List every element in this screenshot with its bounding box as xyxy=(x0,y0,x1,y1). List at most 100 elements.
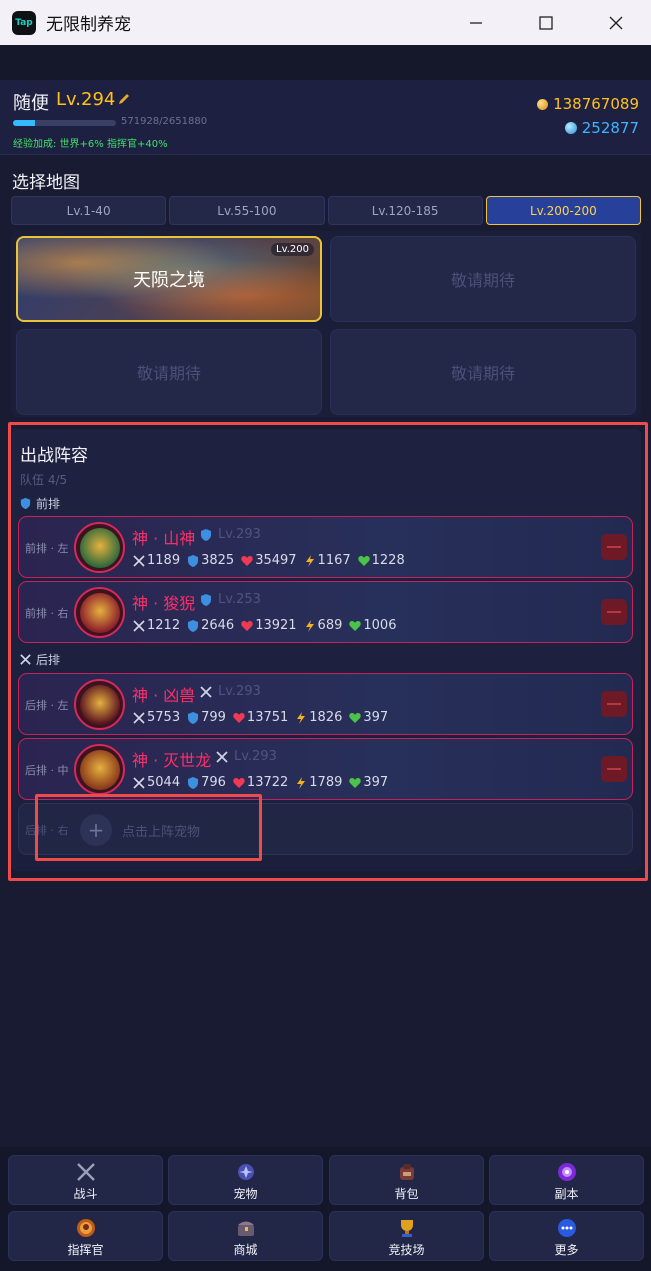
stat-heal-value: 397 xyxy=(363,710,389,725)
tab-lv-200-200[interactable]: Lv.200-200 xyxy=(485,196,641,225)
pet-stats: 5753 799 13751 1826 397 xyxy=(132,710,388,725)
close-button[interactable] xyxy=(581,0,651,45)
nav-button-swords[interactable]: 战斗 xyxy=(8,1155,163,1205)
stat-spd: 1826 xyxy=(294,710,342,725)
nav-button-arena-trophy[interactable]: 竞技场 xyxy=(329,1211,484,1261)
remove-pet-button[interactable] xyxy=(601,599,627,625)
map-level-tabs: Lv.1-40 Lv.55-100 Lv.120-185 Lv.200-200 xyxy=(11,196,641,225)
dungeon-portal-icon xyxy=(556,1161,578,1183)
xp-text: 571928/2651880 xyxy=(121,116,208,127)
player-level: Lv.294 xyxy=(56,89,116,110)
pet-level: Lv.293 xyxy=(218,527,261,542)
add-pet-button[interactable]: + xyxy=(80,814,112,846)
nav-button-pet-orb[interactable]: 宠物 xyxy=(168,1155,323,1205)
remove-pet-button[interactable] xyxy=(601,756,627,782)
pet-level: Lv.253 xyxy=(218,592,261,607)
pet-avatar xyxy=(74,587,125,638)
green-heart-icon xyxy=(349,712,362,723)
nav-label: 更多 xyxy=(554,1243,579,1257)
stat-spd-value: 1789 xyxy=(309,775,343,790)
heart-icon xyxy=(233,777,245,788)
tab-lv-120-185[interactable]: Lv.120-185 xyxy=(327,196,483,225)
pet-orb-icon xyxy=(235,1161,257,1183)
pet-card[interactable]: 后排 · 中 神 · 灭世龙 Lv.293 5044 796 13722 1789 397 xyxy=(18,738,633,800)
slot-label: 前排 · 右 xyxy=(25,607,69,620)
close-icon xyxy=(609,16,623,29)
shield-icon xyxy=(201,529,211,541)
bottom-nav: 战斗 宠物 背包 副本指挥官 商城 竞技场 更多 xyxy=(0,1147,651,1271)
remove-pet-button[interactable] xyxy=(601,691,627,717)
heart-icon xyxy=(241,555,253,566)
stat-hp-value: 13722 xyxy=(246,775,289,790)
swords-icon xyxy=(75,1161,97,1183)
slot-label: 后排 · 中 xyxy=(25,764,69,777)
stat-spd-value: 1167 xyxy=(317,553,351,568)
pet-card[interactable]: 前排 · 左 神 · 山神 Lv.293 1189 3825 35497 1167 1228 xyxy=(18,516,633,578)
stat-def: 2646 xyxy=(186,618,234,633)
gem-amount: 252877 xyxy=(581,119,639,137)
battle-lineup-panel: 出战阵容 队伍 4/5 前排 前排 · 左 神 · 山神 Lv.293 1189 382… xyxy=(11,429,641,871)
tab-lv-55-100[interactable]: Lv.55-100 xyxy=(169,196,325,225)
tab-lv-1-40[interactable]: Lv.1-40 xyxy=(11,196,167,225)
attack-icon xyxy=(133,776,145,789)
plus-icon: + xyxy=(87,818,105,842)
stat-hp: 13751 xyxy=(232,710,288,725)
stat-atk-value: 1212 xyxy=(147,618,181,633)
stat-heal-value: 397 xyxy=(363,775,389,790)
green-heart-icon xyxy=(349,777,362,788)
back-row-text: 后排 xyxy=(36,653,61,667)
defense-icon xyxy=(188,619,199,632)
stat-spd-value: 1826 xyxy=(309,710,343,725)
edit-name-icon[interactable] xyxy=(117,92,131,106)
lightning-icon xyxy=(305,554,314,567)
nav-button-backpack[interactable]: 背包 xyxy=(329,1155,484,1205)
nav-label: 宠物 xyxy=(233,1187,258,1201)
minimize-button[interactable] xyxy=(441,0,511,45)
map-placeholder-text: 敬请期待 xyxy=(136,364,201,383)
player-name: 随便 xyxy=(13,93,49,114)
nav-button-shop-chest[interactable]: 商城 xyxy=(168,1211,323,1261)
stat-atk: 5753 xyxy=(132,710,180,725)
nav-button-dungeon-portal[interactable]: 副本 xyxy=(489,1155,644,1205)
attack-icon xyxy=(133,619,145,632)
maximize-icon xyxy=(539,15,553,30)
nav-label: 背包 xyxy=(394,1187,419,1201)
exp-bonus-text: 经验加成: 世界+6% 指挥官+40% xyxy=(13,139,168,150)
front-row-text: 前排 xyxy=(36,497,61,511)
map-card-locked: 敬请期待 xyxy=(330,236,636,322)
lightning-icon xyxy=(297,776,306,789)
map-card-featured[interactable]: 天陨之境 Lv.200 xyxy=(16,236,322,322)
nav-label: 商城 xyxy=(233,1243,258,1257)
remove-pet-button[interactable] xyxy=(601,534,627,560)
pet-name: 神 · 灭世龙 xyxy=(132,751,212,770)
maximize-button[interactable] xyxy=(511,0,581,45)
defense-icon xyxy=(188,554,199,567)
empty-slot-back-right[interactable]: 后排 · 右 + 点击上阵宠物 xyxy=(18,803,633,855)
pet-name: 神 · 狻猊 xyxy=(132,594,196,613)
gem-icon xyxy=(564,122,577,134)
nav-button-commander[interactable]: 指挥官 xyxy=(8,1211,163,1261)
stat-heal-value: 1006 xyxy=(363,618,397,633)
stat-atk: 1212 xyxy=(132,618,180,633)
pet-card[interactable]: 后排 · 左 神 · 凶兽 Lv.293 5753 799 13751 1826 397 xyxy=(18,673,633,735)
nav-label: 副本 xyxy=(554,1187,579,1201)
gold-coin-icon xyxy=(537,98,549,110)
stat-hp-value: 13751 xyxy=(246,710,289,725)
map-section-title: 选择地图 xyxy=(12,173,80,193)
shield-icon xyxy=(201,594,211,606)
stat-def: 799 xyxy=(186,710,226,725)
map-placeholder-text: 敬请期待 xyxy=(450,364,515,383)
swords-icon xyxy=(20,654,31,665)
pet-name: 神 · 山神 xyxy=(132,529,196,548)
player-header: 随便 Lv.294 571928/2651880 经验加成: 世界+6% 指挥官… xyxy=(0,80,651,155)
pet-card[interactable]: 前排 · 右 神 · 狻猊 Lv.253 1212 2646 13921 689 1006 xyxy=(18,581,633,643)
add-pet-text: 点击上阵宠物 xyxy=(122,825,201,840)
stat-def: 3825 xyxy=(186,553,234,568)
nav-button-more-dots[interactable]: 更多 xyxy=(489,1211,644,1261)
pet-avatar xyxy=(74,679,125,730)
stat-heal: 397 xyxy=(348,775,388,790)
stat-hp: 13722 xyxy=(232,775,288,790)
lightning-icon xyxy=(297,711,306,724)
nav-label: 指挥官 xyxy=(67,1243,104,1257)
swords-icon xyxy=(200,686,212,698)
